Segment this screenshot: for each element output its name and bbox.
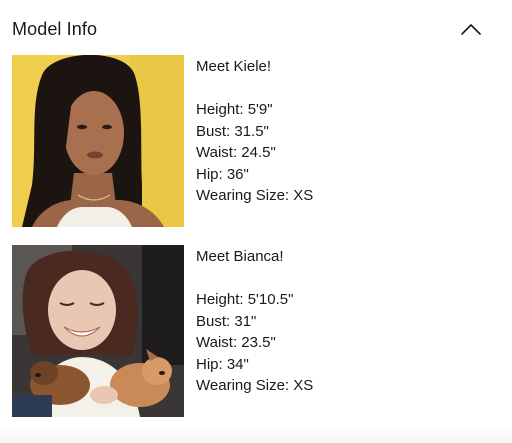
model-details: Meet Kiele! Height: 5'9" Bust: 31.5" Wai… bbox=[196, 55, 496, 207]
model-wearing-size: Wearing Size: XS bbox=[196, 377, 314, 394]
model-height: Height: 5'9" bbox=[196, 101, 273, 118]
model-bust: Bust: 31" bbox=[196, 312, 257, 330]
model-photo bbox=[12, 245, 184, 417]
model-details: Meet Bianca! Height: 5'10.5" Bust: 31" W… bbox=[196, 245, 496, 397]
model-intro: Meet Kiele! bbox=[196, 58, 272, 75]
model-hip: Hip: 34" bbox=[196, 355, 249, 373]
model-card: Meet Kiele! Height: 5'9" Bust: 31.5" Wai… bbox=[12, 55, 502, 227]
model-photo bbox=[12, 55, 184, 227]
model-info-panel: Model Info Meet Kiele! Height: 5'9" Bust… bbox=[0, 0, 512, 443]
model-bust: Bust: 31.5" bbox=[196, 122, 269, 140]
model-info-header[interactable]: Model Info bbox=[0, 14, 512, 46]
chevron-up-icon[interactable] bbox=[458, 18, 484, 40]
model-card: Meet Bianca! Height: 5'10.5" Bust: 31" W… bbox=[12, 245, 502, 417]
model-waist: Waist: 23.5" bbox=[196, 334, 276, 351]
model-intro: Meet Bianca! bbox=[196, 248, 284, 265]
bottom-fade bbox=[0, 425, 512, 443]
model-hip: Hip: 36" bbox=[196, 165, 249, 183]
section-title: Model Info bbox=[12, 19, 98, 39]
model-waist: Waist: 24.5" bbox=[196, 144, 276, 161]
model-wearing-size: Wearing Size: XS bbox=[196, 187, 314, 204]
model-height: Height: 5'10.5" bbox=[196, 291, 294, 308]
